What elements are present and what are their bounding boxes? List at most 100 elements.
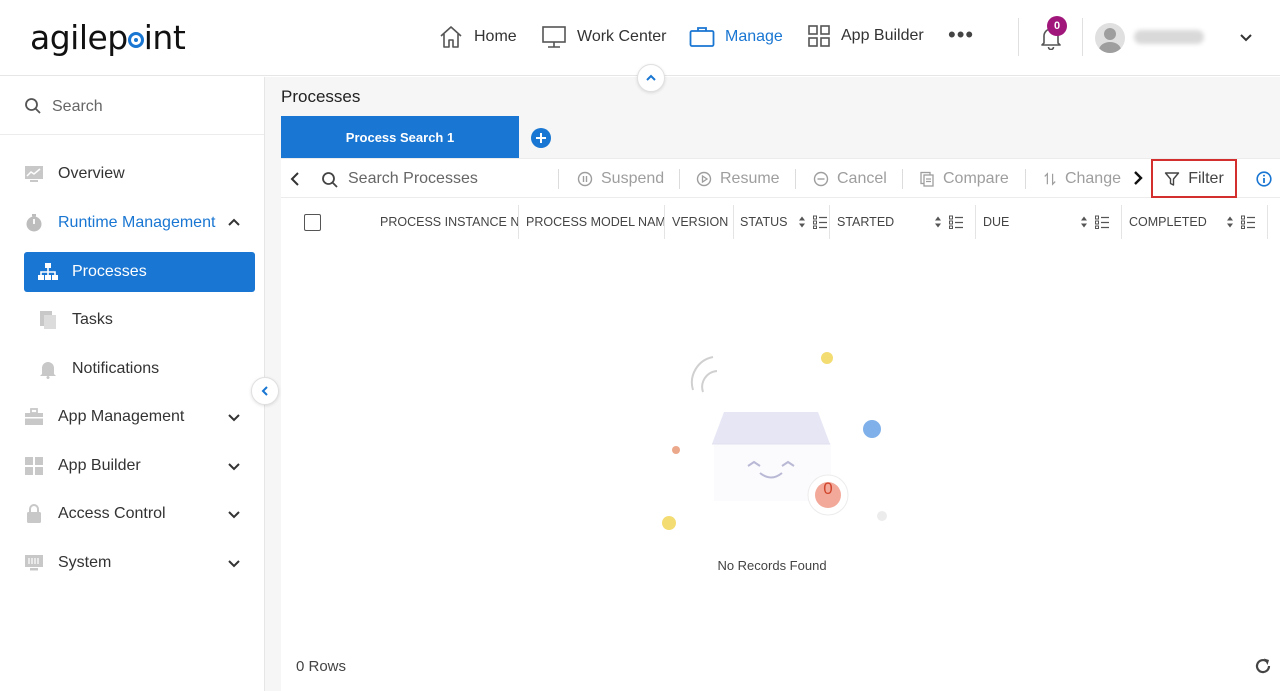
chart-icon [24,164,44,184]
search-icon [322,172,338,188]
resume-button[interactable]: Resume [696,167,780,191]
info-icon[interactable] [1256,171,1272,187]
sidebar-item-label: Overview [58,165,125,182]
column-version[interactable]: VERSION [672,199,734,245]
nav-app-builder[interactable]: App Builder [807,24,924,48]
pause-icon [577,171,593,187]
play-icon [696,171,712,187]
compare-label: Compare [943,170,1009,187]
nav-work-center[interactable]: Work Center [541,24,667,50]
sidebar-item-runtime-management[interactable]: Runtime Management [24,203,255,243]
chevron-down-icon [228,414,240,422]
grid-icon [24,456,44,476]
cancel-button[interactable]: Cancel [813,167,887,191]
username-blurred[interactable] [1134,30,1204,44]
column-status[interactable]: STATUS [740,199,795,245]
column-process-model-name[interactable]: PROCESS MODEL NAM [526,199,664,245]
filter-icon [1165,171,1180,186]
column-due[interactable]: DUE [983,199,1053,245]
nav-manage-label: Manage [725,28,783,45]
sort-icon[interactable] [798,215,806,229]
column-divider[interactable] [975,205,976,239]
home-icon [440,26,462,48]
column-divider[interactable] [1121,205,1122,239]
column-divider[interactable] [518,205,519,239]
sidebar-item-app-builder[interactable]: App Builder [24,446,255,486]
sort-icon[interactable] [934,215,942,229]
change-label: Change [1064,170,1121,187]
notification-count-badge: 0 [1047,16,1067,36]
suspend-button[interactable]: Suspend [577,167,664,191]
cancel-label: Cancel [837,170,887,187]
column-menu-icon[interactable] [1241,215,1255,229]
plus-icon [536,133,546,143]
sidebar-item-access-control[interactable]: Access Control [24,494,255,534]
column-menu-icon[interactable] [813,215,827,229]
search-processes-input[interactable] [348,168,548,190]
toolbar: Suspend Resume Cancel Compare Change [281,158,1280,198]
column-started[interactable]: STARTED [837,199,917,245]
agilepoint-logo[interactable]: agilep int [30,18,186,57]
more-icon[interactable]: ••• [948,24,974,46]
sidebar-item-label: Access Control [58,505,166,522]
chevron-down-icon [228,560,240,568]
sidebar-item-label: App Builder [58,457,141,474]
collapse-header-button[interactable] [637,64,665,92]
sidebar-item-label: Processes [72,263,147,280]
column-menu-icon[interactable] [949,215,963,229]
main-content: Processes Process Search 1 Suspend Resum… [265,77,1280,691]
column-process-instance-name[interactable]: PROCESS INSTANCE N [380,199,518,245]
compare-button[interactable]: Compare [919,167,1009,191]
nav-home-label: Home [474,28,517,45]
refresh-icon[interactable] [1254,657,1272,675]
nav-home[interactable]: Home [438,24,517,50]
toolbar-divider [795,169,796,189]
sidebar-item-label: Tasks [72,311,113,328]
sort-icon[interactable] [1226,215,1234,229]
tasks-icon [38,310,58,330]
sidebar-item-label: Runtime Management [58,214,216,231]
change-button[interactable]: Change [1043,167,1121,191]
sidebar-item-overview[interactable]: Overview [24,154,255,194]
collapse-sidebar-button[interactable] [251,377,279,405]
nav-manage[interactable]: Manage [689,24,783,50]
compare-icon [920,171,934,187]
row-count: 0 Rows [296,658,347,675]
chevron-down-icon [228,511,240,519]
chevron-right-icon[interactable] [1131,170,1145,186]
user-avatar[interactable] [1095,23,1125,53]
column-menu-icon[interactable] [1095,215,1109,229]
empty-message: No Records Found [717,558,827,573]
column-divider[interactable] [664,205,665,239]
page-title: Processes [281,87,361,106]
column-divider[interactable] [1267,205,1268,239]
toolbar-divider [902,169,903,189]
sidebar-item-label: App Management [58,408,185,425]
sidebar-item-notifications[interactable]: Notifications [24,349,255,389]
minus-circle-icon [813,171,829,187]
sidebar-item-app-management[interactable]: App Management [24,397,255,437]
nav-app-builder-label: App Builder [841,27,924,44]
column-divider[interactable] [829,205,830,239]
header-divider [1018,18,1019,56]
suspend-label: Suspend [601,170,665,187]
grid-icon [808,25,830,47]
user-menu-chevron-down-icon[interactable] [1238,30,1254,51]
sidebar-item-system[interactable]: System [24,543,255,583]
column-completed[interactable]: COMPLETED [1129,199,1219,245]
chevron-left-icon[interactable] [287,171,303,187]
sort-icon[interactable] [1080,215,1088,229]
tab-process-search-1[interactable]: Process Search 1 [281,116,519,158]
filter-button[interactable]: Filter [1151,159,1237,198]
select-all-checkbox[interactable] [304,214,321,231]
sidebar-search [0,77,264,135]
add-tab-button[interactable] [531,128,551,148]
sidebar-search-input[interactable] [52,95,242,119]
header-divider [1082,18,1083,56]
toolbar-divider [558,169,559,189]
sidebar-item-processes[interactable]: Processes [24,252,255,292]
column-divider[interactable] [733,205,734,239]
sidebar-item-tasks[interactable]: Tasks [24,300,255,340]
toolbar-divider [679,169,680,189]
stopwatch-icon [24,213,44,233]
